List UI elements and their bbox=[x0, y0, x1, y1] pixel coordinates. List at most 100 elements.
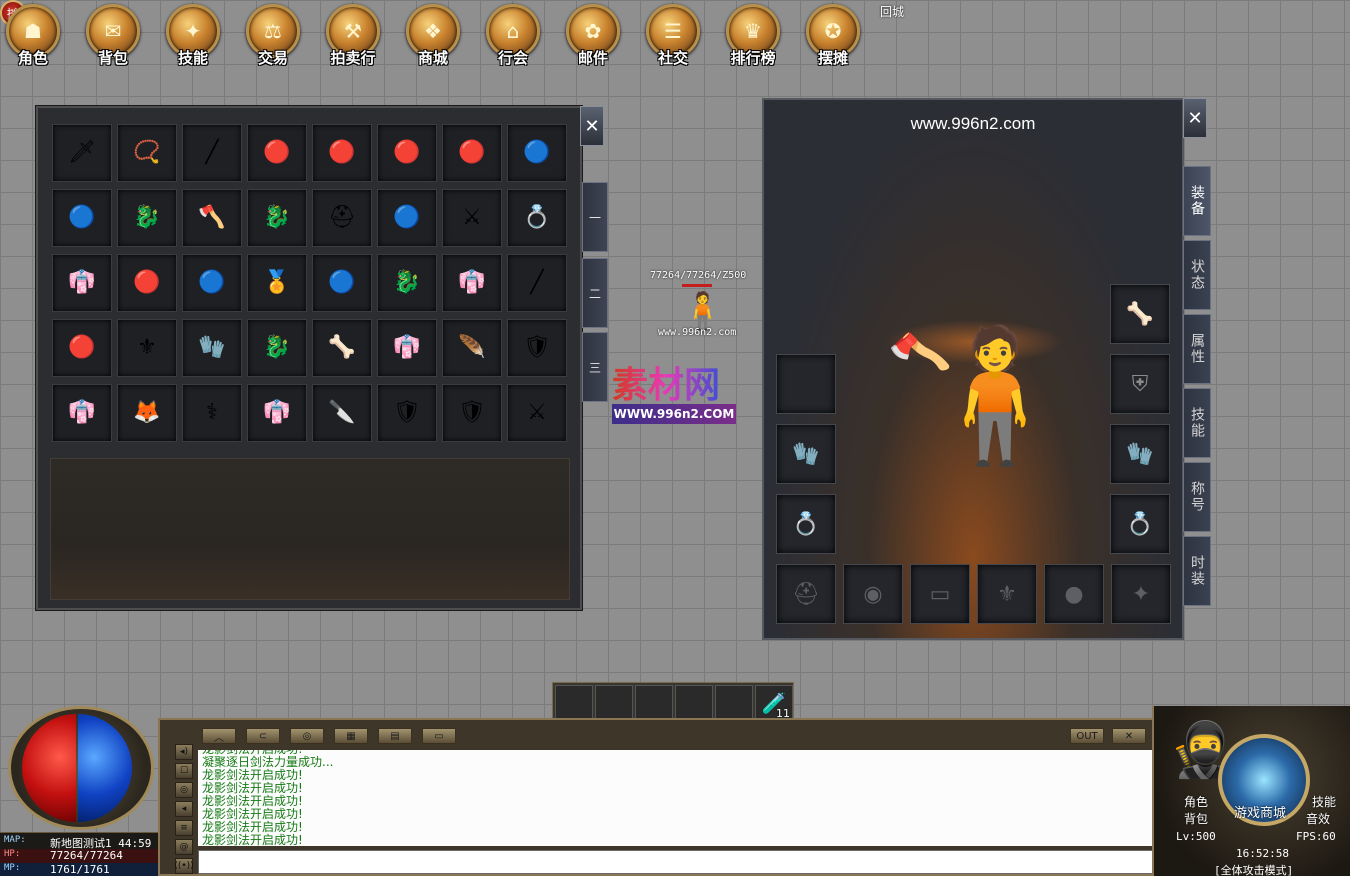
bag-slot[interactable]: 🪶 bbox=[442, 319, 502, 377]
character-sprite[interactable]: 🧍 bbox=[680, 290, 725, 332]
bag-slot[interactable]: ⚔ bbox=[442, 189, 502, 247]
bag-slot[interactable]: 🧤 bbox=[182, 319, 242, 377]
equipment-slot[interactable]: 💍 bbox=[776, 494, 836, 554]
bag-slot[interactable]: 👘 bbox=[442, 254, 502, 312]
chat-log[interactable]: 龙影剑法开启成功!凝聚逐日剑法力量成功...龙影剑法开启成功!龙影剑法开启成功!… bbox=[198, 750, 1154, 846]
bag-slot[interactable]: ⛑ bbox=[312, 189, 372, 247]
attack-mode-display[interactable]: [全体攻击模式] bbox=[1214, 862, 1293, 876]
bag-slot[interactable]: ⚜ bbox=[117, 319, 177, 377]
bag-close-button[interactable]: ✕ bbox=[580, 106, 604, 146]
equipment-tab-1[interactable]: 装备 bbox=[1183, 166, 1211, 236]
quick-slot-4[interactable] bbox=[675, 685, 713, 721]
quick-slot-3[interactable] bbox=[635, 685, 673, 721]
bag-slot[interactable]: 🛡 bbox=[442, 384, 502, 442]
hud-bag-button[interactable]: 背包 bbox=[1184, 810, 1208, 827]
equipment-slot[interactable]: ● bbox=[1044, 564, 1104, 624]
equipment-slot[interactable]: ✦ bbox=[1111, 564, 1171, 624]
quick-slot-5[interactable] bbox=[715, 685, 753, 721]
menu-button-4[interactable]: ⚖ 交易 bbox=[242, 4, 304, 70]
bag-slot[interactable]: 🔪 bbox=[312, 384, 372, 442]
bag-slot[interactable]: 🔵 bbox=[52, 189, 112, 247]
chat-channel-button-3[interactable]: ◎ bbox=[175, 782, 193, 798]
equipment-slot[interactable]: ▭ bbox=[910, 564, 970, 624]
equipment-tab-6[interactable]: 时装 bbox=[1183, 536, 1211, 606]
bag-slot[interactable]: 🔵 bbox=[312, 254, 372, 312]
equipment-slot[interactable]: ⛨ bbox=[1110, 354, 1170, 414]
hud-sound-button[interactable]: 音效 bbox=[1306, 810, 1330, 827]
bag-slot[interactable]: ╱ bbox=[182, 124, 242, 182]
menu-button-7[interactable]: ⌂ 行会 bbox=[482, 4, 544, 70]
bag-tab-2[interactable]: 二 bbox=[582, 258, 608, 328]
chat-toolbar-button-4[interactable]: ▦ bbox=[334, 728, 368, 744]
quick-slot-potion[interactable]: 🧪 11 bbox=[755, 685, 793, 721]
equipment-tab-4[interactable]: 技能 bbox=[1183, 388, 1211, 458]
chat-toolbar-button-3[interactable]: ◎ bbox=[290, 728, 324, 744]
bag-slot[interactable]: 🛡 bbox=[377, 384, 437, 442]
equipment-tab-2[interactable]: 状态 bbox=[1183, 240, 1211, 310]
menu-button-8[interactable]: ✿ 邮件 bbox=[562, 4, 624, 70]
bag-tab-3[interactable]: 三 bbox=[582, 332, 608, 402]
bag-slot[interactable]: 🪓 bbox=[182, 189, 242, 247]
bag-slot[interactable]: 🔴 bbox=[247, 124, 307, 182]
bag-slot[interactable]: ⚕ bbox=[182, 384, 242, 442]
equipment-slot[interactable]: ◉ bbox=[843, 564, 903, 624]
chat-channel-button-1[interactable]: ◂) bbox=[175, 744, 193, 760]
hud-skill-button[interactable]: 技能 bbox=[1312, 793, 1336, 810]
menu-button-3[interactable]: ✦ 技能 bbox=[162, 4, 224, 70]
chat-channel-button-4[interactable]: ◂ bbox=[175, 801, 193, 817]
bag-slot[interactable]: 🛡 bbox=[507, 319, 567, 377]
bag-slot[interactable]: 🔴 bbox=[117, 254, 177, 312]
bag-slot[interactable]: 🐉 bbox=[247, 189, 307, 247]
chat-toolbar-button-5[interactable]: ▤ bbox=[378, 728, 412, 744]
chat-close-button[interactable]: ✕ bbox=[1112, 728, 1146, 744]
bag-slot[interactable]: 🏅 bbox=[247, 254, 307, 312]
equipment-slot[interactable]: 🧤 bbox=[776, 424, 836, 484]
hud-role-button[interactable]: 角色 bbox=[1184, 793, 1208, 810]
equipment-slot[interactable]: 🦴 bbox=[1110, 284, 1170, 344]
chat-channel-button-5[interactable]: ≡ bbox=[175, 820, 193, 836]
equipment-slot[interactable]: 🧤 bbox=[1110, 424, 1170, 484]
equipment-slot[interactable] bbox=[776, 354, 836, 414]
bag-slot[interactable]: 👘 bbox=[52, 254, 112, 312]
bag-slot[interactable]: 🐉 bbox=[247, 319, 307, 377]
menu-button-5[interactable]: ⚒ 拍卖行 bbox=[322, 4, 384, 70]
chat-channel-button-6[interactable]: @ bbox=[175, 839, 193, 855]
equipment-slot[interactable]: ⚜ bbox=[977, 564, 1037, 624]
chat-channel-button-2[interactable]: ☐ bbox=[175, 763, 193, 779]
equipment-tab-5[interactable]: 称号 bbox=[1183, 462, 1211, 532]
hud-shop-button[interactable]: 游戏商城 bbox=[1234, 802, 1286, 821]
bag-slot[interactable]: 🗡 bbox=[52, 124, 112, 182]
menu-button-10[interactable]: ♛ 排行榜 bbox=[722, 4, 784, 70]
bag-slot[interactable]: 💍 bbox=[507, 189, 567, 247]
equipment-slot[interactable]: ⛑ bbox=[776, 564, 836, 624]
bag-slot[interactable]: 🔴 bbox=[377, 124, 437, 182]
menu-button-2[interactable]: ✉ 背包 bbox=[82, 4, 144, 70]
bag-slot[interactable]: ⚔ bbox=[507, 384, 567, 442]
equipment-slot[interactable]: 💍 bbox=[1110, 494, 1170, 554]
quick-slot-1[interactable] bbox=[555, 685, 593, 721]
bag-slot[interactable]: 🦊 bbox=[117, 384, 177, 442]
bag-slot[interactable]: 🔵 bbox=[377, 189, 437, 247]
equipment-tab-3[interactable]: 属性 bbox=[1183, 314, 1211, 384]
equipment-close-button[interactable]: ✕ bbox=[1183, 98, 1207, 138]
chat-channel-button-7[interactable]: ((•)) bbox=[174, 858, 194, 874]
menu-button-11[interactable]: ✪ 摆摊 bbox=[802, 4, 864, 70]
bag-slot[interactable]: 🔵 bbox=[507, 124, 567, 182]
bag-slot[interactable]: 🔵 bbox=[182, 254, 242, 312]
bag-slot[interactable]: 🔴 bbox=[442, 124, 502, 182]
quick-slot-2[interactable] bbox=[595, 685, 633, 721]
return-city-button[interactable]: 回城 bbox=[880, 3, 904, 20]
bag-slot[interactable]: ╱ bbox=[507, 254, 567, 312]
bag-slot[interactable]: 🦴 bbox=[312, 319, 372, 377]
bag-slot[interactable]: 🐉 bbox=[117, 189, 177, 247]
bag-slot[interactable]: 👘 bbox=[377, 319, 437, 377]
bag-tab-1[interactable]: 一 bbox=[582, 182, 608, 252]
chat-input[interactable] bbox=[198, 850, 1154, 874]
chat-toolbar-button-6[interactable]: ▭ bbox=[422, 728, 456, 744]
chat-out-button[interactable]: OUT bbox=[1070, 728, 1104, 744]
menu-button-1[interactable]: ☗ 角色 bbox=[2, 4, 64, 70]
bag-slot[interactable]: 👘 bbox=[52, 384, 112, 442]
bag-slot[interactable]: 🐉 bbox=[377, 254, 437, 312]
menu-button-9[interactable]: ☰ 社交 bbox=[642, 4, 704, 70]
chat-toolbar-button-2[interactable]: ⊂ bbox=[246, 728, 280, 744]
